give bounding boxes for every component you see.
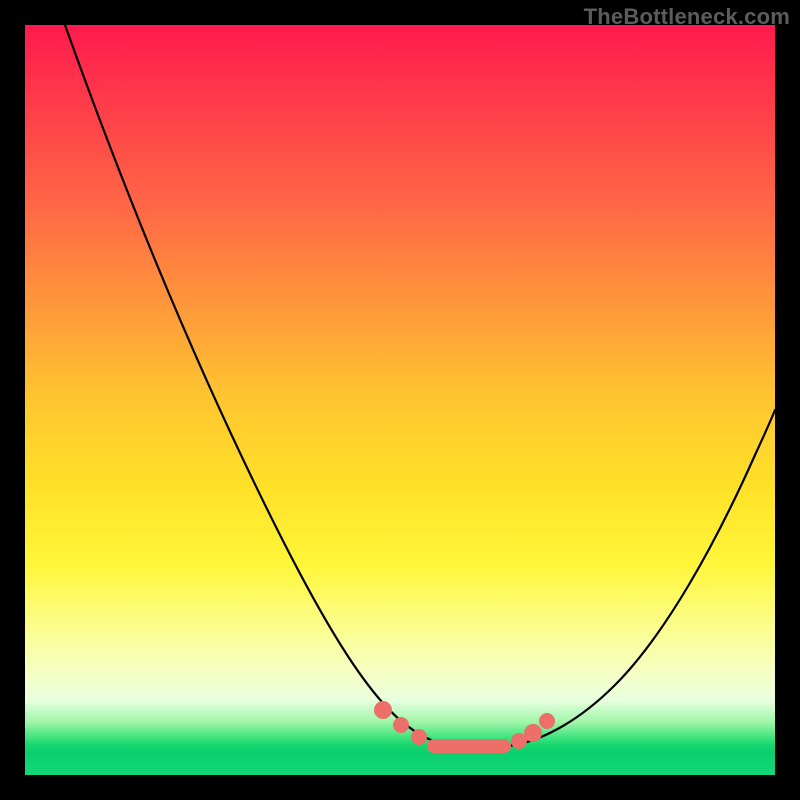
curve-right-arm — [515, 410, 775, 745]
marker-dot — [393, 717, 409, 733]
chart-frame: TheBottleneck.com — [0, 0, 800, 800]
curve-svg — [25, 25, 775, 775]
plot-area — [25, 25, 775, 775]
marker-pill — [427, 739, 511, 753]
marker-dot — [539, 713, 555, 729]
marker-dot — [411, 729, 427, 745]
marker-dot — [524, 724, 542, 742]
curve-left-arm — [65, 25, 450, 745]
marker-dot — [374, 701, 392, 719]
watermark-text: TheBottleneck.com — [584, 4, 790, 30]
